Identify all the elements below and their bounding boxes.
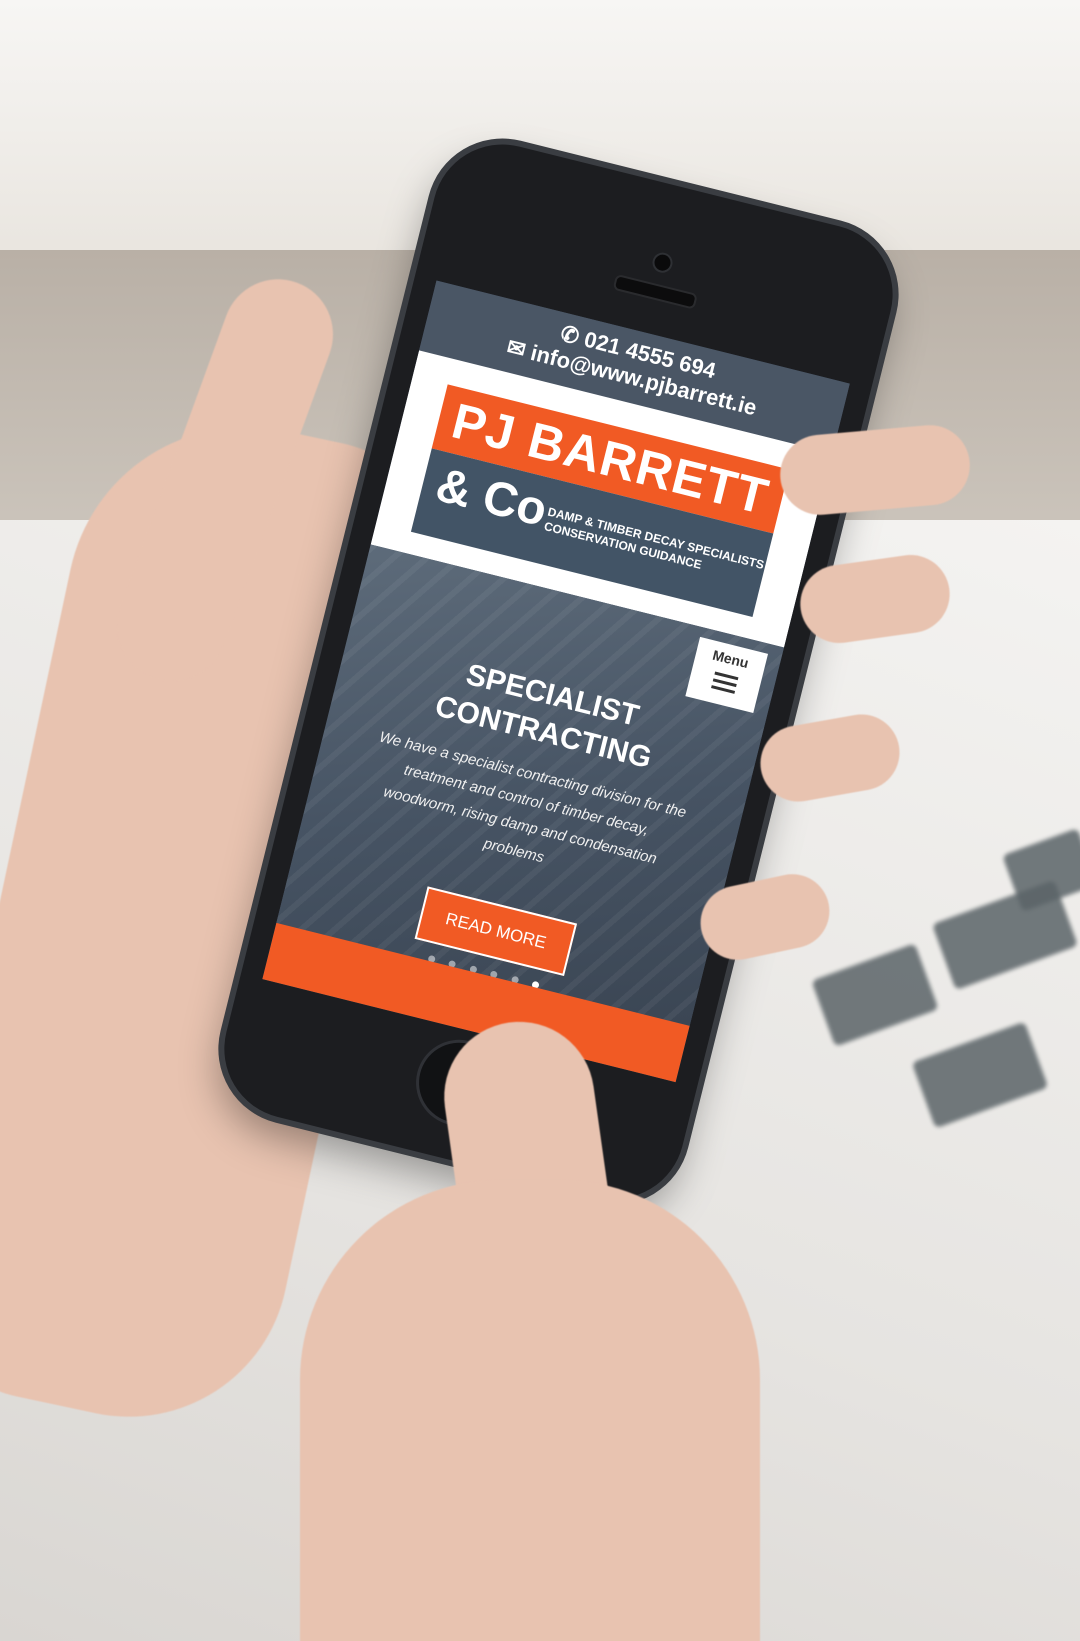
camera-icon [650,250,675,275]
speaker-grille [612,273,698,310]
menu-label: Menu [710,646,751,672]
hamburger-menu-icon [711,671,739,694]
mail-icon: ✉ [504,334,529,363]
tapping-hand [300,1180,760,1641]
phone-screen: ✆021 4555 694 ✉info@www.pjbarrett.ie PJ … [262,280,850,1083]
menu-button[interactable]: Menu [685,636,769,714]
